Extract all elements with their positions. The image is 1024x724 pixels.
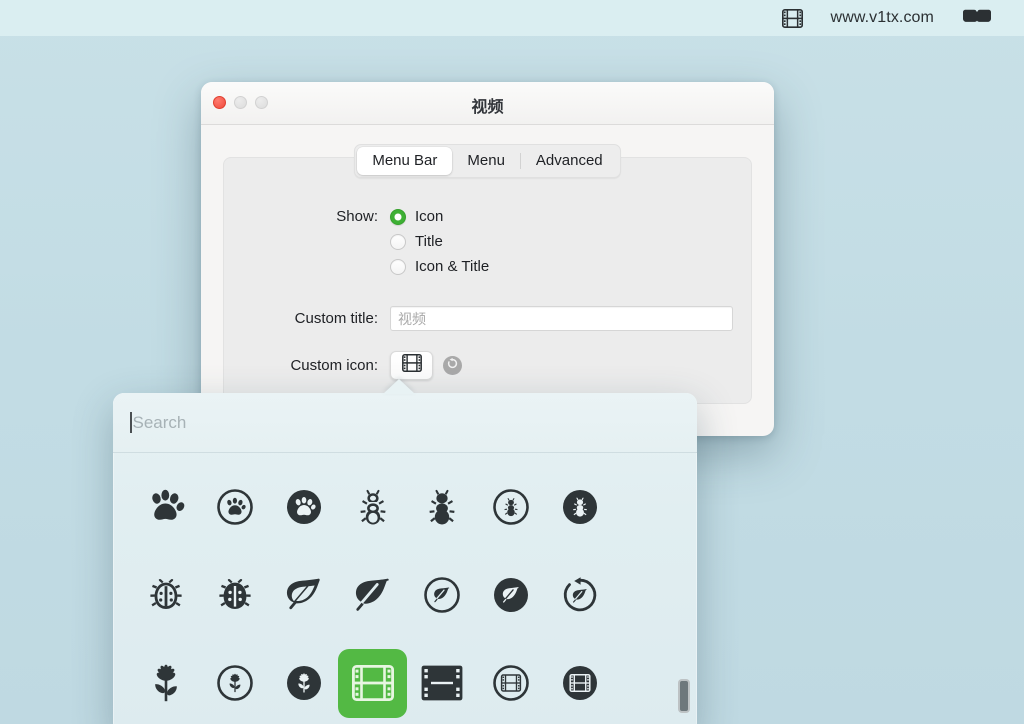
radio-icon-title-label: Icon & Title xyxy=(415,258,490,275)
menubar-site-label: www.v1tx.com xyxy=(830,9,934,26)
radio-title-label: Title xyxy=(415,233,443,250)
paw-circle-outline-icon xyxy=(216,488,254,526)
leaf-circle-outline-icon xyxy=(423,576,461,614)
film-fill-icon xyxy=(421,665,463,701)
icon-grid xyxy=(113,453,697,724)
custom-icon-row: Custom icon: xyxy=(288,351,462,380)
radio-icon-label: Icon xyxy=(415,208,444,225)
icon-cell-flower-circle-fill[interactable] xyxy=(269,649,338,718)
icon-picker-popover: Search xyxy=(113,393,697,724)
flower-circle-outline-icon xyxy=(216,664,254,702)
icon-grid-row xyxy=(131,463,679,551)
ladybug-outline-icon xyxy=(146,575,186,615)
icon-cell-leaf-fill[interactable] xyxy=(338,561,407,630)
radio-icon-title-indicator[interactable] xyxy=(390,258,406,275)
screen: www.v1tx.com 视频 Show: Icon Title Icon & … xyxy=(0,0,1024,724)
leaf-arrow-circlepath-icon xyxy=(561,576,599,614)
show-label: Show: xyxy=(336,208,378,225)
radio-option-icon[interactable]: Icon xyxy=(390,208,489,225)
tab-advanced[interactable]: Advanced xyxy=(521,147,618,175)
popover-arrow xyxy=(383,379,415,394)
reset-arrow-icon xyxy=(446,357,459,375)
leaf-outline-icon xyxy=(283,576,325,614)
search-input[interactable]: Search xyxy=(133,413,187,433)
icon-cell-film-circle-fill[interactable] xyxy=(545,649,614,718)
search-caret xyxy=(130,412,132,433)
icon-cell-film-circle-outline[interactable] xyxy=(476,649,545,718)
icon-cell-film-fill[interactable] xyxy=(407,649,476,718)
icon-cell-leaf-outline[interactable] xyxy=(269,561,338,630)
reset-icon-button[interactable] xyxy=(443,356,462,375)
show-radio-group: Icon Title Icon & Title xyxy=(390,208,489,275)
custom-title-placeholder: 视频 xyxy=(398,310,426,327)
icon-cell-flower[interactable] xyxy=(131,649,200,718)
icon-cell-film-selected[interactable] xyxy=(338,648,407,718)
film-circle-fill-icon xyxy=(561,664,599,702)
radio-option-icon-and-title[interactable]: Icon & Title xyxy=(390,258,489,275)
custom-title-label: Custom title: xyxy=(294,310,378,327)
leaf-circle-fill-icon xyxy=(492,576,530,614)
flower-circle-fill-icon xyxy=(285,664,323,702)
tab-menu-bar[interactable]: Menu Bar xyxy=(357,147,453,175)
film-icon xyxy=(351,665,394,701)
icon-grid-row xyxy=(131,551,679,639)
flower-icon xyxy=(146,662,186,704)
settings-panel: Show: Icon Title Icon & Title Custom tit… xyxy=(223,157,752,404)
search-area[interactable]: Search xyxy=(113,393,697,453)
ladybug-fill-icon xyxy=(215,575,255,615)
icon-cell-leaf-circle-fill[interactable] xyxy=(476,561,545,630)
system-menu-bar: www.v1tx.com xyxy=(0,0,1024,36)
film-circle-outline-icon xyxy=(492,664,530,702)
ant-circle-fill-icon xyxy=(561,488,599,526)
custom-icon-button[interactable] xyxy=(390,351,433,380)
icon-cell-paw[interactable] xyxy=(131,473,200,542)
window-title: 视频 xyxy=(471,99,504,116)
ant-outline-icon xyxy=(353,487,393,527)
ant-fill-icon xyxy=(422,487,462,527)
menubar-site-item[interactable]: www.v1tx.com xyxy=(817,0,948,36)
tab-menu[interactable]: Menu xyxy=(452,147,520,175)
icon-cell-ant-outline[interactable] xyxy=(338,473,407,542)
custom-icon-label: Custom icon: xyxy=(290,357,378,374)
window-titlebar[interactable]: 视频 xyxy=(201,82,774,125)
popover-scrollbar-track[interactable] xyxy=(678,455,691,724)
show-row: Show: Icon Title Icon & Title xyxy=(288,208,489,275)
icon-cell-flower-circle-outline[interactable] xyxy=(200,649,269,718)
icon-cell-ladybug-fill[interactable] xyxy=(200,561,269,630)
leaf-fill-icon xyxy=(352,576,394,614)
icon-cell-ant-circle-fill[interactable] xyxy=(545,473,614,542)
tab-segmented-control: Menu Bar Menu Advanced xyxy=(354,144,621,178)
menubar-glasses-item[interactable] xyxy=(948,0,1006,36)
film-icon xyxy=(781,8,803,28)
icon-grid-row xyxy=(131,639,679,724)
custom-title-row: Custom title: 视频 xyxy=(288,306,733,331)
custom-title-input[interactable]: 视频 xyxy=(390,306,733,331)
icon-cell-paw-circle-fill[interactable] xyxy=(269,473,338,542)
icon-cell-leaf-arrow-circlepath[interactable] xyxy=(545,561,614,630)
icon-cell-paw-circle-outline[interactable] xyxy=(200,473,269,542)
film-icon xyxy=(401,354,422,377)
icon-cell-ladybug-outline[interactable] xyxy=(131,561,200,630)
icon-cell-leaf-circle-outline[interactable] xyxy=(407,561,476,630)
paw-icon xyxy=(146,488,186,526)
icon-cell-ant-circle-outline[interactable] xyxy=(476,473,545,542)
paw-circle-fill-icon xyxy=(285,488,323,526)
radio-option-title[interactable]: Title xyxy=(390,233,489,250)
preferences-window: 视频 Show: Icon Title Icon & Title Custom … xyxy=(201,82,774,436)
menubar-film-item[interactable] xyxy=(768,0,817,36)
radio-title-indicator[interactable] xyxy=(390,233,406,250)
radio-icon-indicator[interactable] xyxy=(390,208,406,225)
tab-bar: Menu Bar Menu Advanced xyxy=(201,144,774,178)
popover-scrollbar-thumb[interactable] xyxy=(678,679,690,713)
ant-circle-outline-icon xyxy=(492,488,530,526)
icon-cell-ant-fill[interactable] xyxy=(407,473,476,542)
glasses-icon xyxy=(962,8,992,29)
